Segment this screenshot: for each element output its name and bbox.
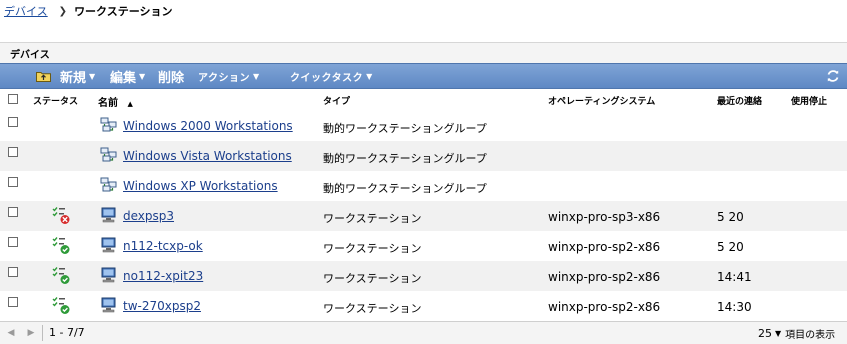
table-row[interactable]: dexpsp3 ワークステーション winxp-pro-sp3-x86 5 20 <box>0 201 847 231</box>
device-last-contact: 14:41 <box>717 270 752 284</box>
workstation-group-icon <box>100 117 117 132</box>
delete-label: 削除 <box>158 70 185 86</box>
panel-title: デバイス <box>10 50 50 61</box>
row-checkbox[interactable] <box>8 237 18 247</box>
quick-task-label: クイックタスク <box>290 72 364 84</box>
device-type: ワークステーション <box>323 302 422 315</box>
item-range: 1 - 7/7 <box>49 326 85 339</box>
panel-header: デバイス <box>0 42 847 63</box>
device-name-link[interactable]: tw-270xpsp2 <box>123 299 201 313</box>
next-page-icon[interactable]: ▶ <box>26 327 36 339</box>
status-error-icon <box>52 207 70 224</box>
table-row[interactable]: n112-tcxp-ok ワークステーション winxp-pro-sp2-x86… <box>0 231 847 261</box>
column-header-status[interactable]: ステータス <box>33 94 78 107</box>
page-size-label: 項目の表示 <box>785 330 836 341</box>
row-checkbox[interactable] <box>8 147 18 157</box>
status-ok-icon <box>52 237 70 254</box>
sort-ascending-icon: ▲ <box>127 100 133 108</box>
column-header-name-label: 名前 <box>98 98 118 109</box>
new-label: 新規 <box>60 70 87 86</box>
device-name-link[interactable]: Windows XP Workstations <box>123 179 278 193</box>
workstation-icon <box>101 267 116 283</box>
action-menu-button[interactable]: アクション ▼ <box>198 67 260 85</box>
chevron-down-icon: ▼ <box>366 71 373 81</box>
device-type: ワークステーション <box>323 212 422 225</box>
device-name-link[interactable]: dexpsp3 <box>123 209 174 223</box>
column-header-disabled[interactable]: 使用停止 <box>791 94 827 107</box>
device-name-link[interactable]: Windows 2000 Workstations <box>123 119 293 133</box>
new-menu-button[interactable]: 新規 ▼ <box>60 67 96 86</box>
column-header-type[interactable]: タイプ <box>323 94 350 107</box>
table-row[interactable]: no112-xpit23 ワークステーション winxp-pro-sp2-x86… <box>0 261 847 291</box>
workstation-group-icon <box>100 177 117 192</box>
workstation-icon <box>101 297 116 313</box>
device-type: 動的ワークステーショングループ <box>323 182 487 195</box>
device-last-contact: 14:30 <box>717 300 752 314</box>
device-type: ワークステーション <box>323 272 422 285</box>
row-checkbox[interactable] <box>8 117 18 127</box>
edit-menu-button[interactable]: 編集 ▼ <box>110 67 146 86</box>
toolbar: 新規 ▼ 編集 ▼ 削除 アクション ▼ クイックタスク ▼ <box>0 63 847 89</box>
device-os: winxp-pro-sp2-x86 <box>548 240 661 254</box>
status-ok-icon <box>52 267 70 284</box>
row-checkbox[interactable] <box>8 267 18 277</box>
previous-page-icon[interactable]: ◀ <box>6 327 16 339</box>
quick-task-menu-button[interactable]: クイックタスク ▼ <box>290 67 373 85</box>
table-header: ステータス 名前 ▲ タイプ オペレーティングシステム 最近の連絡 使用停止 <box>0 89 847 112</box>
delete-button[interactable]: 削除 <box>158 67 185 86</box>
row-checkbox[interactable] <box>8 297 18 307</box>
column-header-os[interactable]: オペレーティングシステム <box>548 94 655 107</box>
table-row[interactable]: Windows XP Workstations 動的ワークステーショングループ <box>0 171 847 201</box>
column-header-last-contact[interactable]: 最近の連絡 <box>717 94 762 107</box>
chevron-down-icon: ▼ <box>139 71 146 81</box>
breadcrumb-devices-link[interactable]: デバイス <box>4 3 48 19</box>
column-header-name[interactable]: 名前 ▲ <box>98 94 133 109</box>
breadcrumb-separator-icon: ❯ <box>58 5 68 17</box>
chevron-down-icon: ▼ <box>775 329 782 338</box>
device-os: winxp-pro-sp3-x86 <box>548 210 661 224</box>
select-all-checkbox[interactable] <box>8 94 18 104</box>
workstation-icon <box>101 207 116 223</box>
device-type: 動的ワークステーショングループ <box>323 152 487 165</box>
refresh-icon[interactable] <box>825 68 841 84</box>
workstation-group-icon <box>100 147 117 162</box>
table-row[interactable]: Windows Vista Workstations 動的ワークステーショングル… <box>0 141 847 171</box>
device-type: ワークステーション <box>323 242 422 255</box>
folder-up-icon[interactable] <box>36 70 51 82</box>
device-last-contact: 5 20 <box>717 240 744 254</box>
device-name-link[interactable]: no112-xpit23 <box>123 269 203 283</box>
action-label: アクション <box>198 72 250 84</box>
page-size-value: 25 <box>758 327 772 340</box>
breadcrumb: デバイス ❯ ワークステーション <box>4 3 173 19</box>
row-checkbox[interactable] <box>8 207 18 217</box>
device-os: winxp-pro-sp2-x86 <box>548 270 661 284</box>
workstation-icon <box>101 237 116 253</box>
device-last-contact: 5 20 <box>717 210 744 224</box>
row-checkbox[interactable] <box>8 177 18 187</box>
page-size-select[interactable]: 25 ▼ 項目の表示 <box>758 326 835 341</box>
table-footer: ◀ ▶ 1 - 7/7 25 ▼ 項目の表示 <box>0 321 847 344</box>
table-row[interactable]: Windows 2000 Workstations 動的ワークステーショングルー… <box>0 111 847 141</box>
chevron-down-icon: ▼ <box>253 71 260 81</box>
device-name-link[interactable]: Windows Vista Workstations <box>123 149 292 163</box>
chevron-down-icon: ▼ <box>89 71 96 81</box>
device-type: 動的ワークステーショングループ <box>323 122 487 135</box>
device-os: winxp-pro-sp2-x86 <box>548 300 661 314</box>
status-ok-icon <box>52 297 70 314</box>
pager-divider <box>42 325 43 341</box>
breadcrumb-current: ワークステーション <box>74 5 173 18</box>
edit-label: 編集 <box>110 70 137 86</box>
device-name-link[interactable]: n112-tcxp-ok <box>123 239 203 253</box>
table-row[interactable]: tw-270xpsp2 ワークステーション winxp-pro-sp2-x86 … <box>0 291 847 321</box>
